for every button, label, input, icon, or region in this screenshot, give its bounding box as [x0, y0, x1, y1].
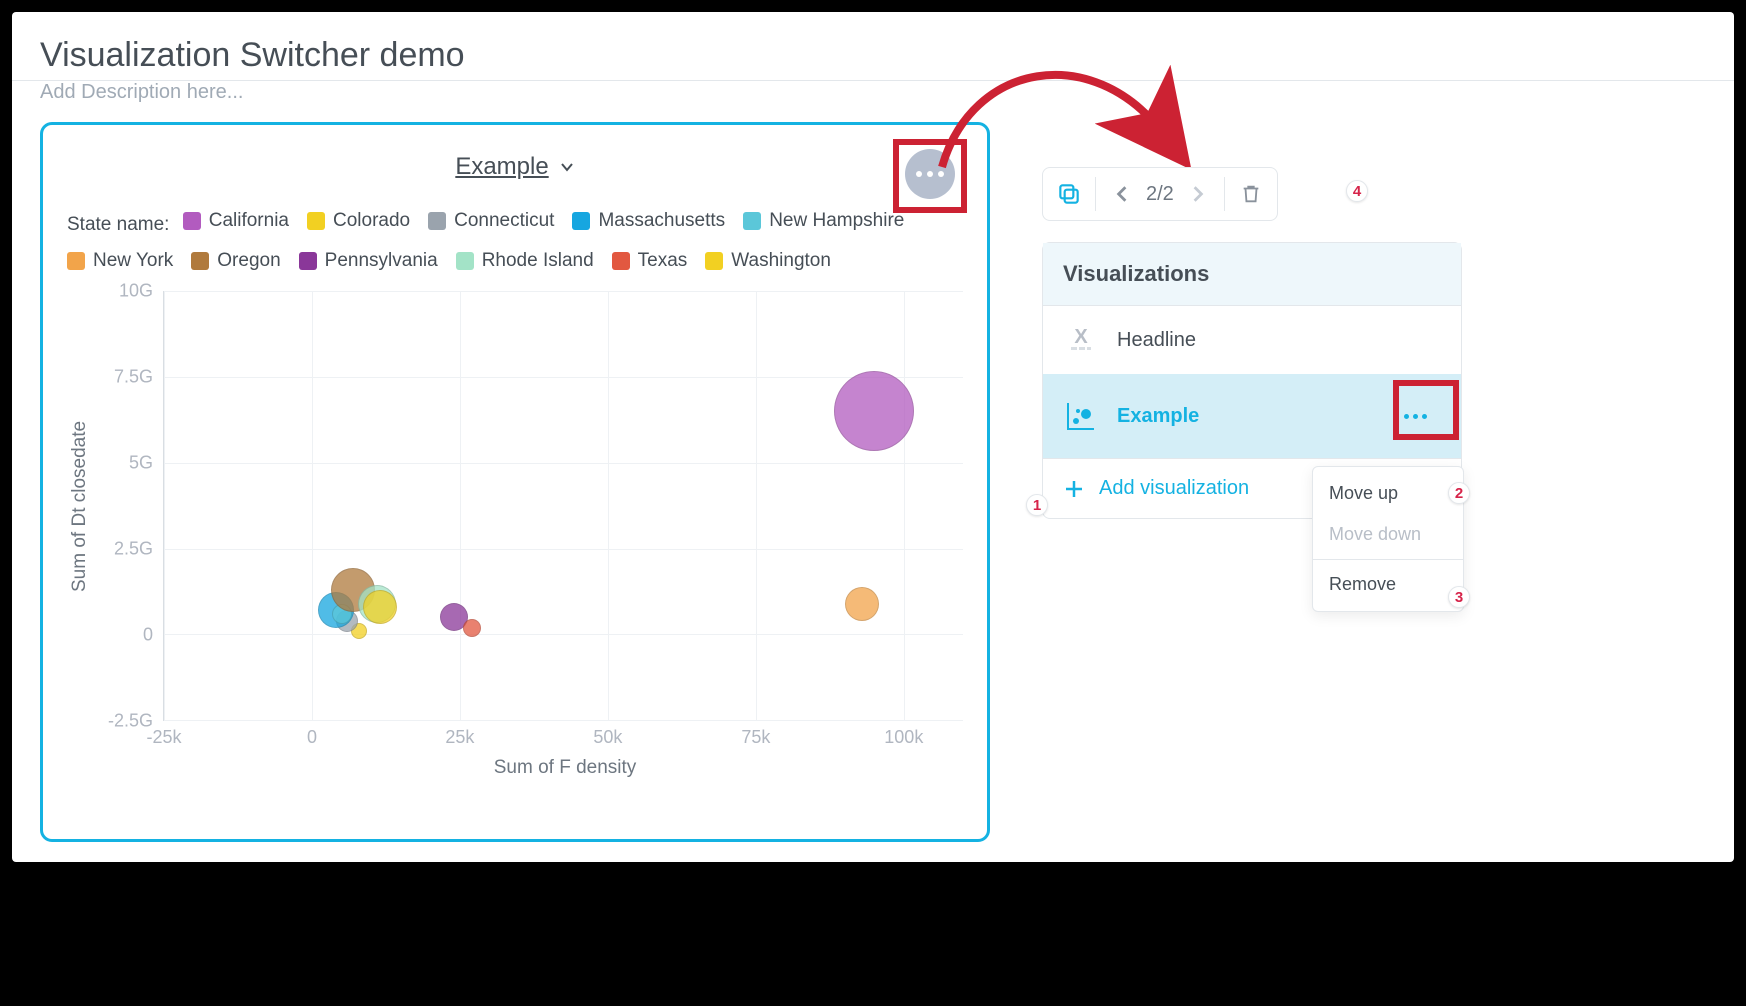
y-axis: -2.5G02.5G5G7.5G10G [93, 291, 163, 721]
divider [12, 80, 1734, 81]
app-frame: Visualization Switcher demo Add Descript… [12, 12, 1734, 862]
callout-1: 1 [1026, 494, 1048, 516]
gridline [608, 291, 609, 720]
legend-item[interactable]: New Hampshire [743, 203, 904, 239]
chevron-down-icon [559, 159, 575, 175]
legend-swatch [612, 252, 630, 270]
legend-item[interactable]: Rhode Island [456, 243, 594, 279]
bubble-point[interactable] [363, 590, 397, 624]
viz-item-label: Headline [1117, 329, 1196, 352]
separator [1095, 177, 1096, 211]
x-tick: 75k [741, 727, 770, 748]
y-tick: 5G [129, 453, 153, 474]
viz-item-headline[interactable]: X Headline [1043, 306, 1461, 374]
legend-item[interactable]: Colorado [307, 203, 410, 239]
legend-label: State name: [67, 214, 169, 235]
x-tick: 0 [307, 727, 317, 748]
gridline [164, 291, 165, 720]
bubble-point[interactable] [463, 619, 481, 637]
prev-button[interactable] [1106, 178, 1138, 210]
x-tick: 100k [884, 727, 923, 748]
callout-2: 2 [1448, 482, 1470, 504]
description-placeholder[interactable]: Add Description here... [40, 81, 1706, 104]
y-tick: 2.5G [114, 539, 153, 560]
chart-area: Sum of Dt closedate -2.5G02.5G5G7.5G10G … [67, 291, 963, 721]
visualizations-panel-header: Visualizations [1043, 243, 1461, 306]
legend-item[interactable]: Pennsylvania [299, 243, 438, 279]
gridline [756, 291, 757, 720]
y-tick: 0 [143, 625, 153, 646]
legend-swatch [307, 212, 325, 230]
legend-swatch [456, 252, 474, 270]
gridline [164, 634, 963, 635]
separator [1224, 177, 1225, 211]
delete-button[interactable] [1235, 178, 1267, 210]
chart-title-text: Example [455, 153, 548, 181]
legend-item[interactable]: Massachusetts [572, 203, 725, 239]
separator [1313, 559, 1463, 560]
context-menu: Move up Move down Remove [1312, 466, 1464, 612]
switcher-toolbar: 2/2 [1042, 167, 1278, 221]
y-tick: 7.5G [114, 367, 153, 388]
x-axis-label: Sum of F density [167, 757, 963, 779]
menu-move-down: Move down [1313, 514, 1463, 555]
gridline [164, 291, 963, 292]
page-counter: 2/2 [1146, 183, 1174, 206]
legend-item[interactable]: New York [67, 243, 173, 279]
legend-swatch [428, 212, 446, 230]
headline-icon: X [1063, 322, 1099, 358]
more-options-button[interactable] [905, 149, 955, 199]
plus-icon [1063, 478, 1085, 500]
copy-button[interactable] [1053, 178, 1085, 210]
chart-card: Example State name: California Colorado Co… [40, 122, 990, 842]
y-axis-label: Sum of Dt closedate [67, 291, 93, 721]
menu-remove[interactable]: Remove [1313, 564, 1463, 605]
gridline [164, 720, 963, 721]
bubble-chart-icon [1063, 398, 1099, 434]
legend-swatch [572, 212, 590, 230]
gridline [460, 291, 461, 720]
y-tick: 10G [119, 281, 153, 302]
page-title: Visualization Switcher demo [40, 36, 1706, 75]
bubble-point[interactable] [845, 587, 879, 621]
legend-swatch [191, 252, 209, 270]
legend-swatch [743, 212, 761, 230]
x-tick: 50k [593, 727, 622, 748]
callout-4: 4 [1346, 180, 1368, 202]
plot-area: -25k025k50k75k100k [163, 291, 963, 721]
bubble-point[interactable] [834, 371, 914, 451]
legend-item[interactable]: California [183, 203, 289, 239]
legend-swatch [705, 252, 723, 270]
x-tick: -25k [146, 727, 181, 748]
legend-item[interactable]: Washington [705, 243, 831, 279]
viz-item-label: Example [1117, 405, 1199, 428]
gridline [164, 463, 963, 464]
legend-swatch [183, 212, 201, 230]
chart-header: Example [67, 153, 963, 181]
x-tick: 25k [445, 727, 474, 748]
viz-item-example[interactable]: Example [1043, 374, 1461, 458]
legend-swatch [299, 252, 317, 270]
gridline [312, 291, 313, 720]
legend-item[interactable]: Connecticut [428, 203, 554, 239]
legend-item[interactable]: Texas [612, 243, 688, 279]
gridline [164, 377, 963, 378]
callout-3: 3 [1448, 586, 1470, 608]
menu-move-up[interactable]: Move up [1313, 473, 1463, 514]
gridline [904, 291, 905, 720]
legend-item[interactable]: Oregon [191, 243, 280, 279]
next-button[interactable] [1182, 178, 1214, 210]
chart-title-dropdown[interactable]: Example [455, 153, 574, 181]
legend: State name: California Colorado Connecticu… [67, 203, 963, 283]
add-visualization-label: Add visualization [1099, 477, 1249, 500]
svg-text:X: X [1074, 326, 1088, 348]
legend-swatch [67, 252, 85, 270]
gridline [164, 549, 963, 550]
annotation-highlight [1393, 380, 1459, 440]
